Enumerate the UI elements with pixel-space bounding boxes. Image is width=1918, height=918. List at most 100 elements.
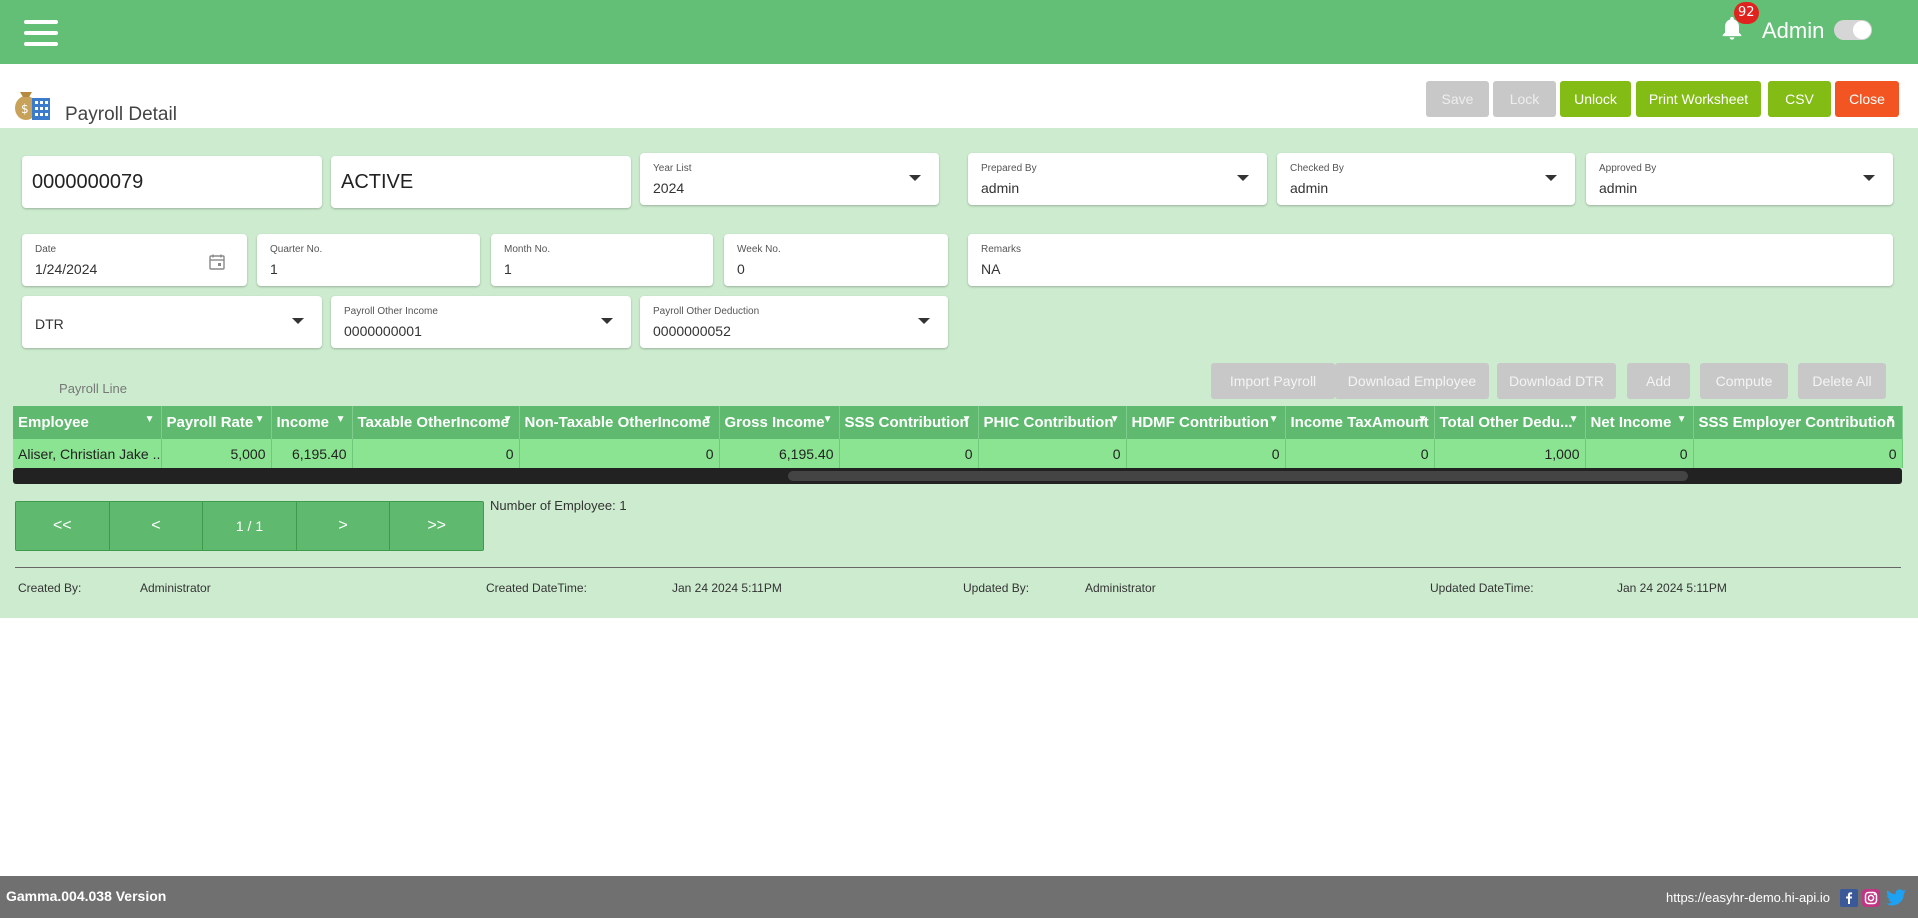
status-field[interactable]: ACTIVE — [331, 156, 631, 208]
cell-non-taxable-other-income[interactable]: 0 — [519, 439, 720, 468]
month-no-field[interactable]: Month No. 1 — [491, 234, 713, 286]
filter-icon[interactable]: ▼ — [1418, 414, 1428, 425]
column-header-income-tax-amount[interactable]: Income TaxAmount ▼ — [1285, 406, 1435, 439]
close-button[interactable]: Close — [1835, 81, 1899, 117]
facebook-icon[interactable] — [1840, 889, 1858, 907]
prepared-by-select[interactable]: Prepared By admin — [968, 153, 1267, 205]
cell-taxable-other-income[interactable]: 0 — [352, 439, 520, 468]
csv-button[interactable]: CSV — [1768, 81, 1831, 117]
chevron-down-icon — [292, 318, 304, 324]
cell-hdmf-contribution[interactable]: 0 — [1126, 439, 1286, 468]
column-header-employee[interactable]: Employee ▼ — [13, 406, 162, 439]
checked-by-select[interactable]: Checked By admin — [1277, 153, 1575, 205]
filter-icon[interactable]: ▼ — [823, 414, 833, 425]
payroll-type-value: DTR — [35, 316, 64, 332]
cell-gross-income[interactable]: 6,195.40 — [719, 439, 840, 468]
filter-icon[interactable]: ▼ — [1569, 414, 1579, 425]
previous-page-button[interactable]: < — [109, 502, 204, 550]
theme-toggle[interactable] — [1834, 20, 1872, 40]
year-list-select[interactable]: Year List 2024 — [640, 153, 939, 205]
cell-sss-employer-contribution[interactable]: 0 — [1693, 439, 1903, 468]
calendar-icon[interactable] — [209, 254, 225, 270]
column-header-payroll-rate[interactable]: Payroll Rate ▼ — [161, 406, 272, 439]
filter-icon[interactable]: ▼ — [703, 414, 713, 425]
filter-icon[interactable]: ▼ — [1886, 414, 1896, 425]
payroll-number-field[interactable]: 0000000079 — [22, 156, 322, 208]
last-page-button[interactable]: >> — [390, 502, 483, 550]
delete-all-button[interactable]: Delete All — [1798, 363, 1886, 399]
filter-icon[interactable]: ▼ — [962, 414, 972, 425]
lock-button[interactable]: Lock — [1493, 81, 1556, 117]
cell-payroll-rate[interactable]: 5,000 — [161, 439, 272, 468]
page-info: 1 / 1 — [203, 502, 297, 550]
cell-net-income[interactable]: 0 — [1585, 439, 1694, 468]
twitter-icon[interactable] — [1885, 889, 1907, 907]
column-header-phic-contribution[interactable]: PHIC Contribution ▼ — [978, 406, 1127, 439]
column-header-gross-income[interactable]: Gross Income ▼ — [719, 406, 840, 439]
created-datetime-label: Created DateTime: — [486, 581, 587, 595]
table-row[interactable]: Aliser, Christian Jake ... 5,000 6,195.4… — [13, 439, 1903, 468]
next-page-button[interactable]: > — [296, 502, 391, 550]
instagram-icon[interactable] — [1862, 889, 1880, 907]
save-button[interactable]: Save — [1426, 81, 1489, 117]
grid-horizontal-scrollbar[interactable] — [13, 468, 1902, 484]
prepared-by-label: Prepared By — [981, 163, 1037, 174]
column-header-taxable-other-income[interactable]: Taxable OtherIncome ▼ — [352, 406, 520, 439]
filter-icon[interactable]: ▼ — [1110, 414, 1120, 425]
unlock-button[interactable]: Unlock — [1560, 81, 1631, 117]
column-header-sss-employer-contribution[interactable]: SSS Employer Contribution ▼ — [1693, 406, 1903, 439]
column-header-income[interactable]: Income ▼ — [271, 406, 353, 439]
pagination: << < 1 / 1 > >> — [15, 501, 484, 551]
user-name[interactable]: Admin — [1762, 18, 1824, 44]
created-datetime-value: Jan 24 2024 5:11PM — [672, 581, 782, 595]
column-header-net-income[interactable]: Net Income ▼ — [1585, 406, 1694, 439]
updated-datetime-value: Jan 24 2024 5:11PM — [1617, 581, 1727, 595]
column-header-total-other-deduction[interactable]: Total Other Dedu... ▼ — [1434, 406, 1586, 439]
payroll-form-panel: 0000000079 ACTIVE Year List 2024 Prepare… — [0, 128, 1918, 618]
download-dtr-button[interactable]: Download DTR — [1497, 363, 1616, 399]
cell-income-tax-amount[interactable]: 0 — [1285, 439, 1435, 468]
filter-icon[interactable]: ▼ — [1677, 414, 1687, 425]
payroll-number-value: 0000000079 — [32, 171, 144, 193]
chevron-down-icon — [1545, 175, 1557, 181]
scrollbar-thumb[interactable] — [788, 471, 1688, 481]
filter-icon[interactable]: ▼ — [336, 414, 346, 425]
chevron-down-icon — [601, 318, 613, 324]
tab-payroll-line[interactable]: Payroll Line — [13, 370, 173, 408]
chevron-down-icon — [909, 175, 921, 181]
payroll-other-income-select[interactable]: Payroll Other Income 0000000001 — [331, 296, 631, 348]
filter-icon[interactable]: ▼ — [145, 414, 155, 425]
updated-by-value: Administrator — [1085, 581, 1156, 595]
quarter-no-field[interactable]: Quarter No. 1 — [257, 234, 480, 286]
week-no-field[interactable]: Week No. 0 — [724, 234, 948, 286]
column-header-sss-contribution[interactable]: SSS Contribution ▼ — [839, 406, 979, 439]
grid-header-row: Employee ▼ Payroll Rate ▼ Income ▼ Taxable … — [13, 406, 1903, 439]
filter-icon[interactable]: ▼ — [1269, 414, 1279, 425]
column-header-hdmf-contribution[interactable]: HDMF Contribution ▼ — [1126, 406, 1286, 439]
cell-sss-contribution[interactable]: 0 — [839, 439, 979, 468]
cell-phic-contribution[interactable]: 0 — [978, 439, 1127, 468]
cell-income[interactable]: 6,195.40 — [271, 439, 353, 468]
hamburger-menu-icon[interactable] — [24, 20, 58, 46]
add-button[interactable]: Add — [1627, 363, 1690, 399]
date-field[interactable]: Date 1/24/2024 — [22, 234, 247, 286]
cell-total-other-deduction[interactable]: 1,000 — [1434, 439, 1586, 468]
download-employee-button[interactable]: Download Employee — [1335, 363, 1489, 399]
quarter-no-label: Quarter No. — [270, 244, 323, 255]
remarks-field[interactable]: Remarks NA — [968, 234, 1893, 286]
payroll-type-select[interactable]: DTR — [22, 296, 322, 348]
status-value: ACTIVE — [341, 171, 414, 193]
print-worksheet-button[interactable]: Print Worksheet — [1636, 81, 1761, 117]
approved-by-select[interactable]: Approved By admin — [1586, 153, 1893, 205]
filter-icon[interactable]: ▼ — [503, 414, 513, 425]
cell-employee[interactable]: Aliser, Christian Jake ... — [13, 439, 162, 468]
column-header-non-taxable-other-income[interactable]: Non-Taxable OtherIncome ▼ — [519, 406, 720, 439]
site-url-link[interactable]: https://easyhr-demo.hi-api.io — [1666, 890, 1830, 905]
remarks-label: Remarks — [981, 244, 1022, 255]
first-page-button[interactable]: << — [16, 502, 110, 550]
compute-button[interactable]: Compute — [1700, 363, 1788, 399]
import-payroll-button[interactable]: Import Payroll — [1211, 363, 1335, 399]
payroll-line-grid: Employee ▼ Payroll Rate ▼ Income ▼ Taxable … — [13, 406, 1903, 474]
filter-icon[interactable]: ▼ — [255, 414, 265, 425]
payroll-other-deduction-select[interactable]: Payroll Other Deduction 0000000052 — [640, 296, 948, 348]
